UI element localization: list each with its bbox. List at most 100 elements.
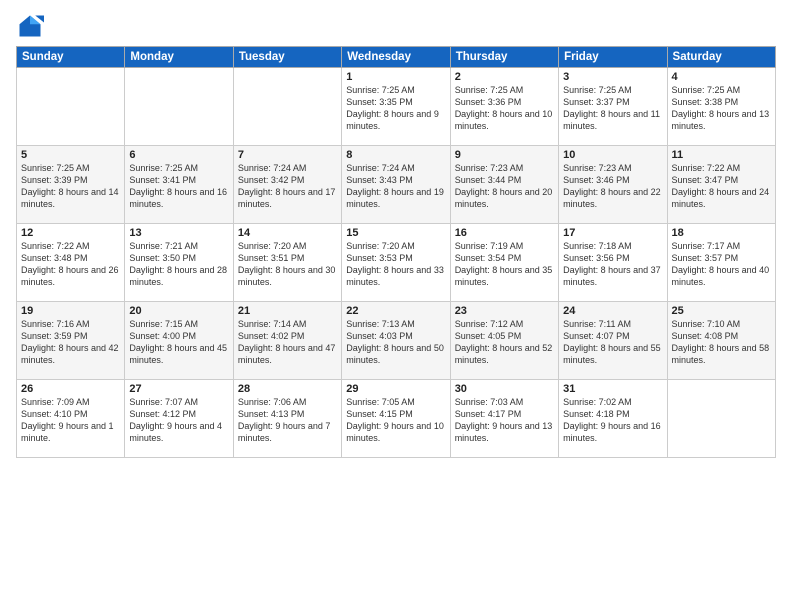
- day-cell: 6Sunrise: 7:25 AM Sunset: 3:41 PM Daylig…: [125, 146, 233, 224]
- day-cell: 31Sunrise: 7:02 AM Sunset: 4:18 PM Dayli…: [559, 380, 667, 458]
- day-number: 31: [563, 383, 662, 395]
- day-number: 29: [346, 383, 445, 395]
- week-row-5: 26Sunrise: 7:09 AM Sunset: 4:10 PM Dayli…: [17, 380, 776, 458]
- day-number: 14: [238, 227, 337, 239]
- day-info: Sunrise: 7:25 AM Sunset: 3:36 PM Dayligh…: [455, 84, 554, 133]
- day-cell: 27Sunrise: 7:07 AM Sunset: 4:12 PM Dayli…: [125, 380, 233, 458]
- day-cell: 30Sunrise: 7:03 AM Sunset: 4:17 PM Dayli…: [450, 380, 558, 458]
- day-cell: 12Sunrise: 7:22 AM Sunset: 3:48 PM Dayli…: [17, 224, 125, 302]
- day-cell: 15Sunrise: 7:20 AM Sunset: 3:53 PM Dayli…: [342, 224, 450, 302]
- day-cell: 1Sunrise: 7:25 AM Sunset: 3:35 PM Daylig…: [342, 68, 450, 146]
- day-info: Sunrise: 7:03 AM Sunset: 4:17 PM Dayligh…: [455, 396, 554, 445]
- day-cell: 28Sunrise: 7:06 AM Sunset: 4:13 PM Dayli…: [233, 380, 341, 458]
- col-header-tuesday: Tuesday: [233, 47, 341, 68]
- day-cell: 13Sunrise: 7:21 AM Sunset: 3:50 PM Dayli…: [125, 224, 233, 302]
- day-cell: 7Sunrise: 7:24 AM Sunset: 3:42 PM Daylig…: [233, 146, 341, 224]
- header: [16, 12, 776, 40]
- day-number: 18: [672, 227, 771, 239]
- day-cell: 22Sunrise: 7:13 AM Sunset: 4:03 PM Dayli…: [342, 302, 450, 380]
- day-info: Sunrise: 7:25 AM Sunset: 3:39 PM Dayligh…: [21, 162, 120, 211]
- day-cell: 9Sunrise: 7:23 AM Sunset: 3:44 PM Daylig…: [450, 146, 558, 224]
- day-info: Sunrise: 7:14 AM Sunset: 4:02 PM Dayligh…: [238, 318, 337, 367]
- day-info: Sunrise: 7:23 AM Sunset: 3:46 PM Dayligh…: [563, 162, 662, 211]
- day-number: 5: [21, 149, 120, 161]
- day-cell: [233, 68, 341, 146]
- day-cell: 8Sunrise: 7:24 AM Sunset: 3:43 PM Daylig…: [342, 146, 450, 224]
- day-cell: [667, 380, 775, 458]
- logo: [16, 12, 48, 40]
- day-info: Sunrise: 7:24 AM Sunset: 3:42 PM Dayligh…: [238, 162, 337, 211]
- day-info: Sunrise: 7:19 AM Sunset: 3:54 PM Dayligh…: [455, 240, 554, 289]
- day-info: Sunrise: 7:06 AM Sunset: 4:13 PM Dayligh…: [238, 396, 337, 445]
- day-cell: 19Sunrise: 7:16 AM Sunset: 3:59 PM Dayli…: [17, 302, 125, 380]
- col-header-monday: Monday: [125, 47, 233, 68]
- day-cell: 2Sunrise: 7:25 AM Sunset: 3:36 PM Daylig…: [450, 68, 558, 146]
- day-number: 12: [21, 227, 120, 239]
- day-info: Sunrise: 7:20 AM Sunset: 3:53 PM Dayligh…: [346, 240, 445, 289]
- day-info: Sunrise: 7:20 AM Sunset: 3:51 PM Dayligh…: [238, 240, 337, 289]
- day-number: 10: [563, 149, 662, 161]
- day-cell: [125, 68, 233, 146]
- calendar-header-row: SundayMondayTuesdayWednesdayThursdayFrid…: [17, 47, 776, 68]
- day-number: 1: [346, 71, 445, 83]
- day-info: Sunrise: 7:21 AM Sunset: 3:50 PM Dayligh…: [129, 240, 228, 289]
- day-info: Sunrise: 7:16 AM Sunset: 3:59 PM Dayligh…: [21, 318, 120, 367]
- day-info: Sunrise: 7:23 AM Sunset: 3:44 PM Dayligh…: [455, 162, 554, 211]
- day-cell: 26Sunrise: 7:09 AM Sunset: 4:10 PM Dayli…: [17, 380, 125, 458]
- day-info: Sunrise: 7:13 AM Sunset: 4:03 PM Dayligh…: [346, 318, 445, 367]
- day-info: Sunrise: 7:11 AM Sunset: 4:07 PM Dayligh…: [563, 318, 662, 367]
- day-info: Sunrise: 7:05 AM Sunset: 4:15 PM Dayligh…: [346, 396, 445, 445]
- col-header-friday: Friday: [559, 47, 667, 68]
- day-cell: 17Sunrise: 7:18 AM Sunset: 3:56 PM Dayli…: [559, 224, 667, 302]
- day-info: Sunrise: 7:18 AM Sunset: 3:56 PM Dayligh…: [563, 240, 662, 289]
- day-info: Sunrise: 7:25 AM Sunset: 3:35 PM Dayligh…: [346, 84, 445, 133]
- col-header-saturday: Saturday: [667, 47, 775, 68]
- day-number: 30: [455, 383, 554, 395]
- day-number: 4: [672, 71, 771, 83]
- day-number: 7: [238, 149, 337, 161]
- day-info: Sunrise: 7:10 AM Sunset: 4:08 PM Dayligh…: [672, 318, 771, 367]
- col-header-wednesday: Wednesday: [342, 47, 450, 68]
- week-row-1: 1Sunrise: 7:25 AM Sunset: 3:35 PM Daylig…: [17, 68, 776, 146]
- day-info: Sunrise: 7:15 AM Sunset: 4:00 PM Dayligh…: [129, 318, 228, 367]
- day-cell: 10Sunrise: 7:23 AM Sunset: 3:46 PM Dayli…: [559, 146, 667, 224]
- day-info: Sunrise: 7:12 AM Sunset: 4:05 PM Dayligh…: [455, 318, 554, 367]
- week-row-4: 19Sunrise: 7:16 AM Sunset: 3:59 PM Dayli…: [17, 302, 776, 380]
- day-info: Sunrise: 7:17 AM Sunset: 3:57 PM Dayligh…: [672, 240, 771, 289]
- day-info: Sunrise: 7:25 AM Sunset: 3:41 PM Dayligh…: [129, 162, 228, 211]
- day-cell: 3Sunrise: 7:25 AM Sunset: 3:37 PM Daylig…: [559, 68, 667, 146]
- day-cell: 23Sunrise: 7:12 AM Sunset: 4:05 PM Dayli…: [450, 302, 558, 380]
- day-info: Sunrise: 7:25 AM Sunset: 3:37 PM Dayligh…: [563, 84, 662, 133]
- day-number: 24: [563, 305, 662, 317]
- day-number: 28: [238, 383, 337, 395]
- day-number: 19: [21, 305, 120, 317]
- day-info: Sunrise: 7:09 AM Sunset: 4:10 PM Dayligh…: [21, 396, 120, 445]
- col-header-sunday: Sunday: [17, 47, 125, 68]
- day-info: Sunrise: 7:22 AM Sunset: 3:47 PM Dayligh…: [672, 162, 771, 211]
- page: SundayMondayTuesdayWednesdayThursdayFrid…: [0, 0, 792, 612]
- day-number: 8: [346, 149, 445, 161]
- day-info: Sunrise: 7:24 AM Sunset: 3:43 PM Dayligh…: [346, 162, 445, 211]
- day-number: 16: [455, 227, 554, 239]
- day-number: 6: [129, 149, 228, 161]
- day-number: 9: [455, 149, 554, 161]
- day-number: 2: [455, 71, 554, 83]
- day-number: 26: [21, 383, 120, 395]
- day-number: 13: [129, 227, 228, 239]
- day-number: 21: [238, 305, 337, 317]
- week-row-2: 5Sunrise: 7:25 AM Sunset: 3:39 PM Daylig…: [17, 146, 776, 224]
- day-info: Sunrise: 7:22 AM Sunset: 3:48 PM Dayligh…: [21, 240, 120, 289]
- day-info: Sunrise: 7:07 AM Sunset: 4:12 PM Dayligh…: [129, 396, 228, 445]
- day-number: 11: [672, 149, 771, 161]
- day-info: Sunrise: 7:02 AM Sunset: 4:18 PM Dayligh…: [563, 396, 662, 445]
- day-cell: 20Sunrise: 7:15 AM Sunset: 4:00 PM Dayli…: [125, 302, 233, 380]
- day-number: 22: [346, 305, 445, 317]
- day-cell: 18Sunrise: 7:17 AM Sunset: 3:57 PM Dayli…: [667, 224, 775, 302]
- day-number: 15: [346, 227, 445, 239]
- day-cell: 24Sunrise: 7:11 AM Sunset: 4:07 PM Dayli…: [559, 302, 667, 380]
- day-cell: 11Sunrise: 7:22 AM Sunset: 3:47 PM Dayli…: [667, 146, 775, 224]
- day-cell: [17, 68, 125, 146]
- day-cell: 5Sunrise: 7:25 AM Sunset: 3:39 PM Daylig…: [17, 146, 125, 224]
- day-number: 23: [455, 305, 554, 317]
- day-number: 17: [563, 227, 662, 239]
